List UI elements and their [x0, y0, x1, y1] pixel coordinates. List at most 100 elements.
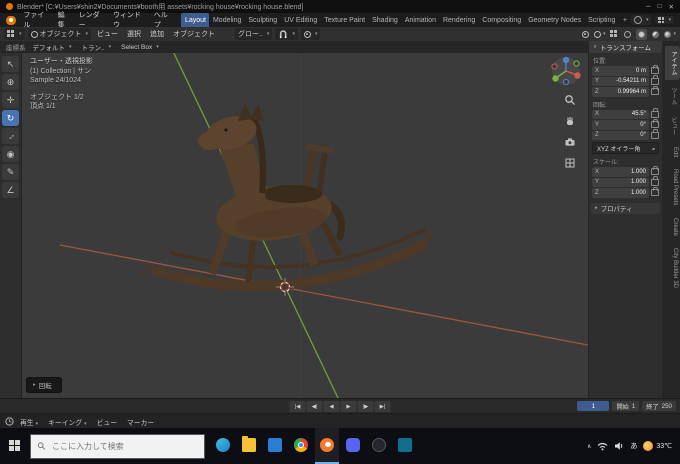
workspace-tab-compositing[interactable]: Compositing	[479, 13, 525, 27]
taskbar-app-studio[interactable]	[367, 428, 391, 464]
workspace-tab-shading[interactable]: Shading	[369, 13, 402, 27]
search-input[interactable]	[49, 440, 198, 452]
current-frame-field[interactable]: 1	[577, 401, 610, 411]
sidebar-tab-edit[interactable]: Edit	[665, 142, 680, 162]
pan-button[interactable]	[563, 114, 577, 128]
snapping-options[interactable]	[275, 28, 298, 40]
rocking-horse-model[interactable]	[141, 103, 434, 291]
lock-rotation-z-icon[interactable]	[651, 129, 659, 139]
shading-material-button[interactable]	[650, 29, 661, 40]
sidebar-tab-create[interactable]: Create	[665, 213, 680, 241]
sidebar-tab-road-presets[interactable]: Road Presets	[665, 164, 680, 210]
menu-help[interactable]: ヘルプ	[150, 12, 178, 29]
taskbar-search[interactable]	[30, 433, 205, 459]
sidebar-tab-item[interactable]: アイテム	[665, 46, 680, 80]
taskbar-app-edge[interactable]	[211, 428, 235, 464]
minimize-button[interactable]: ─	[646, 3, 651, 11]
scale-x-field[interactable]: X 1.000	[592, 167, 649, 177]
prev-keyframe-button[interactable]: ◀|	[306, 401, 323, 412]
workspace-tab-scripting[interactable]: Scripting	[585, 13, 619, 27]
location-y-field[interactable]: Y -0.54211 m	[592, 76, 649, 86]
timeline-menu-keying[interactable]: キーイング	[44, 417, 91, 427]
sidebar-tab-tool[interactable]: ツール	[665, 82, 680, 110]
menu-add[interactable]: 追加	[147, 29, 167, 39]
transform-orientation-select[interactable]: グロー..	[235, 28, 273, 40]
location-z-field[interactable]: Z 0.99964 m	[592, 87, 649, 97]
menu-edit[interactable]: 編集	[54, 12, 75, 29]
select-mode-select[interactable]: Select Box	[118, 41, 162, 53]
workspace-tab-sculpting[interactable]: Sculpting	[245, 13, 281, 27]
lock-scale-y-icon[interactable]	[651, 176, 659, 186]
maximize-button[interactable]: □	[658, 3, 662, 11]
frame-end-field[interactable]: 終了 250	[642, 401, 676, 411]
workspace-tab-rendering[interactable]: Rendering	[439, 13, 478, 27]
add-workspace-button[interactable]: +	[619, 17, 631, 24]
rotation-y-field[interactable]: Y 0°	[592, 120, 649, 130]
workspace-tab-uv-editing[interactable]: UV Editing	[281, 13, 321, 27]
lock-scale-z-icon[interactable]	[651, 186, 659, 197]
close-button[interactable]: ✕	[669, 3, 674, 11]
tool-select-box[interactable]: ↖	[2, 56, 19, 72]
tool-annotate[interactable]: ✎	[2, 164, 19, 180]
jump-to-end-button[interactable]: ▶|	[374, 401, 391, 412]
xray-toggle[interactable]	[608, 29, 619, 40]
workspace-tab-animation[interactable]: Animation	[401, 13, 439, 27]
taskbar-app-explorer[interactable]	[237, 428, 261, 464]
tool-rotate[interactable]: ↻	[2, 110, 19, 126]
mode-select[interactable]: オブジェクト	[27, 28, 92, 40]
viewport-canvas[interactable]: ユーザー・透視投影 (1) Collection | サン Sample 24/…	[22, 53, 588, 398]
rotation-x-field[interactable]: X 45.5°	[592, 109, 649, 119]
shading-wireframe-button[interactable]	[622, 29, 633, 40]
rotation-mode-select[interactable]: XYZ オイラー角	[592, 142, 659, 154]
scale-y-field[interactable]: Y 1.000	[592, 177, 649, 187]
taskbar-app-tools[interactable]	[393, 428, 417, 464]
next-keyframe-button[interactable]: |▶	[357, 401, 374, 412]
lock-location-y-icon[interactable]	[651, 75, 659, 85]
view-layer-selector[interactable]	[655, 16, 674, 24]
menu-object[interactable]: オブジェクト	[170, 29, 218, 39]
workspace-tab-texture-paint[interactable]: Texture Paint	[321, 13, 369, 27]
play-reverse-button[interactable]: ◀	[323, 401, 340, 412]
workspace-tab-layout[interactable]: Layout	[181, 13, 210, 27]
lock-location-z-icon[interactable]	[651, 85, 659, 96]
shading-solid-button[interactable]	[636, 28, 648, 40]
jump-to-start-button[interactable]: |◀	[289, 401, 306, 412]
lock-rotation-x-icon[interactable]	[651, 108, 659, 118]
menu-file[interactable]: ファイル	[19, 12, 53, 29]
tool-transform[interactable]: ◉	[2, 146, 19, 162]
menu-select[interactable]: 選択	[124, 29, 144, 39]
scale-z-field[interactable]: Z 1.000	[592, 188, 649, 198]
zoom-button[interactable]	[563, 93, 577, 107]
taskbar-app-discord[interactable]	[341, 428, 365, 464]
start-button[interactable]	[0, 428, 30, 464]
wifi-icon[interactable]	[597, 441, 608, 451]
sidebar-tab-view[interactable]: ビュー	[665, 112, 680, 140]
rotation-z-field[interactable]: Z 0°	[592, 130, 649, 140]
lock-rotation-y-icon[interactable]	[651, 118, 659, 129]
play-button[interactable]: ▶	[340, 401, 357, 412]
menu-render[interactable]: レンダー	[75, 12, 109, 29]
transform-preset-select[interactable]: トラン..	[78, 41, 115, 53]
volume-icon[interactable]	[614, 441, 624, 451]
blender-logo-icon[interactable]	[6, 15, 17, 25]
menu-window[interactable]: ウィンドウ	[109, 12, 150, 29]
taskbar-app-blender[interactable]	[315, 428, 339, 464]
timeline-menu-view[interactable]: ビュー	[93, 417, 121, 427]
ime-indicator[interactable]: あ	[630, 441, 637, 451]
tool-measure[interactable]: ∠	[2, 182, 19, 198]
frame-start-field[interactable]: 開始 1	[612, 401, 640, 411]
gizmo-toggle[interactable]	[580, 29, 591, 40]
location-x-field[interactable]: X 0 m	[592, 66, 649, 76]
workspace-tab-geometry-nodes[interactable]: Geometry Nodes	[525, 13, 585, 27]
perspective-toggle-button[interactable]	[563, 156, 577, 170]
lock-scale-x-icon[interactable]	[651, 165, 659, 176]
timeline-menu-playback[interactable]: 再生	[16, 417, 42, 427]
lock-location-x-icon[interactable]	[651, 64, 659, 75]
tool-move[interactable]: ✛	[2, 92, 19, 108]
tray-chevron-icon[interactable]: ∧	[587, 443, 591, 450]
timeline-menu-marker[interactable]: マーカー	[123, 417, 158, 427]
scene-selector[interactable]	[630, 15, 652, 25]
taskbar-app-mail[interactable]	[263, 428, 287, 464]
menu-view[interactable]: ビュー	[94, 29, 121, 39]
overlays-toggle[interactable]	[593, 29, 606, 40]
